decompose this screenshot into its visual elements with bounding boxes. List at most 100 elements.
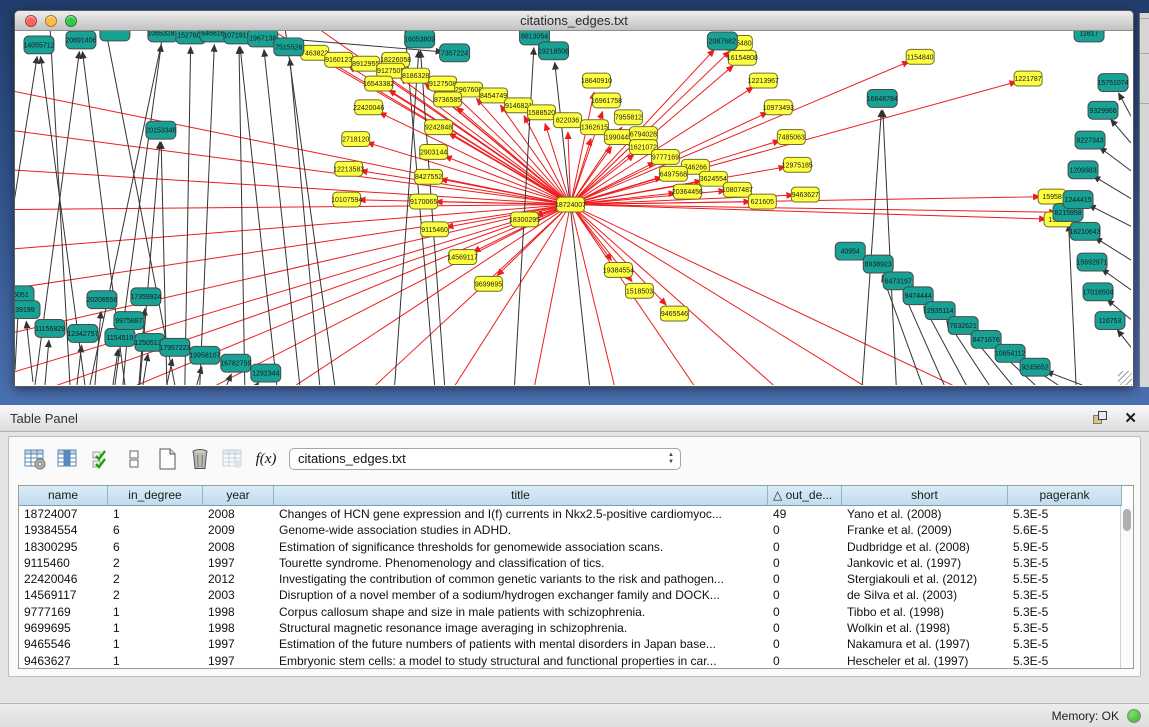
graph-node[interactable]: 7357224 (440, 44, 470, 62)
graph-node[interactable]: 9777169 (651, 149, 679, 164)
graph-node[interactable]: 1588520 (528, 105, 556, 120)
graph-node[interactable]: 20364456 (672, 184, 703, 199)
graph-node[interactable]: 10807487 (722, 182, 753, 197)
table-row[interactable]: 946362711997Embryonic stem cells: a mode… (19, 653, 1133, 669)
graph-node[interactable]: 3624554 (699, 171, 727, 186)
graph-node[interactable]: 9127508 (429, 76, 457, 91)
graph-node[interactable] (100, 31, 130, 41)
graph-node[interactable]: 17359924 (130, 288, 161, 306)
graph-node[interactable]: 8454749 (480, 88, 508, 103)
function-builder-icon[interactable]: f(x) (254, 447, 278, 471)
graph-node[interactable]: 22420046 (353, 100, 384, 115)
table-row[interactable]: 969969511998Structural magnetic resonanc… (19, 620, 1133, 636)
graph-node[interactable]: 116753 (1095, 312, 1125, 330)
delete-table-icon[interactable] (188, 447, 212, 471)
graph-node[interactable]: 822036 (554, 113, 582, 128)
graph-node[interactable]: 7485063 (777, 130, 805, 145)
graph-node[interactable]: 8912955 (352, 56, 380, 71)
graph-node[interactable]: 19218506 (538, 42, 569, 60)
network-canvas[interactable]: 1872400774638229160123891295518226058912… (15, 31, 1131, 385)
window-titlebar[interactable]: citations_edges.txt (15, 11, 1133, 31)
graph-node[interactable]: 19384554 (603, 263, 634, 278)
window-resize-grip[interactable] (1118, 371, 1132, 385)
graph-node[interactable]: 14569117 (447, 250, 478, 265)
graph-node[interactable]: 18640910 (581, 73, 612, 88)
table-row[interactable]: 1830029562008Estimation of significance … (19, 539, 1133, 555)
graph-node[interactable]: 15958 (1038, 189, 1066, 204)
graph-node[interactable]: 16154808 (727, 50, 758, 65)
graph-node[interactable]: 7955812 (614, 110, 642, 125)
graph-node[interactable]: 17957223 (159, 338, 190, 356)
table-row[interactable]: 2242004622012Investigating the contribut… (19, 571, 1133, 587)
graph-node[interactable]: 12213967 (748, 73, 779, 88)
table-row[interactable]: 911546021997Tourette syndrome. Phenomeno… (19, 555, 1133, 571)
graph-node[interactable]: 20891406 (65, 31, 96, 49)
graph-node[interactable]: 9463627 (791, 187, 819, 202)
column-header-title[interactable]: title (274, 486, 768, 506)
graph-node[interactable]: 1154519 (105, 328, 135, 346)
table-vertical-scrollbar[interactable] (1120, 506, 1133, 668)
graph-node[interactable]: 18724007 (555, 197, 586, 212)
graph-node[interactable]: 20206556 (86, 291, 117, 309)
graph-node[interactable]: 17016504 (1083, 283, 1114, 301)
graph-node[interactable]: 39199 (15, 301, 40, 319)
graph-node[interactable]: 10654112 (995, 344, 1026, 362)
graph-node[interactable]: 1292344 (251, 364, 281, 382)
clear-checks-icon[interactable] (122, 447, 146, 471)
scrollbar-thumb[interactable] (1123, 509, 1131, 531)
graph-node[interactable]: 12975185 (782, 157, 813, 172)
graph-node[interactable]: 12213583 (333, 161, 364, 176)
zoom-window-icon[interactable] (65, 15, 77, 27)
citation-network-graph[interactable]: 1872400774638229160123891295518226058912… (15, 31, 1131, 385)
column-header-out_de[interactable]: △ out_de... (768, 486, 842, 506)
table-row[interactable]: 1456911722003Disruption of a novel membe… (19, 587, 1133, 603)
graph-node[interactable]: 10653287 (147, 31, 178, 42)
new-table-icon[interactable] (155, 447, 179, 471)
graph-node[interactable]: 8427552 (415, 169, 443, 184)
graph-node[interactable]: 16648784 (867, 90, 898, 108)
graph-node[interactable]: 2718120 (342, 132, 370, 147)
table-row[interactable]: 946554611997Estimation of the future num… (19, 636, 1133, 652)
network-view-window[interactable]: citations_edges.txt 18724007746382291601… (14, 10, 1134, 387)
table-row[interactable]: 977716911998Corpus callosum shape and si… (19, 604, 1133, 620)
column-header-name[interactable]: name (19, 486, 108, 506)
graph-node[interactable]: 8186328 (402, 68, 430, 83)
graph-node[interactable]: 1221787 (1014, 71, 1042, 86)
graph-node[interactable]: 14055712 (23, 36, 54, 54)
graph-node[interactable]: 621605 (748, 194, 776, 209)
graph-node[interactable]: 9160123 (325, 52, 353, 67)
graph-node[interactable]: 15751074 (1097, 74, 1128, 92)
float-panel-icon[interactable] (1093, 411, 1109, 427)
graph-node[interactable]: 2903144 (420, 145, 448, 160)
graph-node[interactable]: 9699695 (475, 276, 503, 291)
graph-node[interactable]: 9115460 (421, 222, 449, 237)
graph-node[interactable]: 9242848 (425, 120, 453, 135)
import-table-icon[interactable] (221, 447, 245, 471)
table-selector-dropdown[interactable]: citations_edges.txt ▲▼ (289, 448, 681, 470)
graph-node[interactable]: 18300295 (509, 212, 540, 227)
graph-node[interactable]: 19958107 (189, 346, 220, 364)
dropdown-stepper-icon[interactable]: ▲▼ (668, 452, 674, 466)
graph-node[interactable]: 11156829 (35, 320, 65, 338)
graph-node[interactable]: 6497568 (659, 166, 687, 181)
show-columns-icon[interactable] (56, 447, 80, 471)
graph-node[interactable]: 7515526 (274, 38, 304, 56)
table-row[interactable]: 1938455462009Genome-wide association stu… (19, 522, 1133, 538)
column-header-pagerank[interactable]: pagerank (1008, 486, 1122, 506)
graph-node[interactable]: 8938923 (863, 255, 893, 273)
graph-node[interactable]: 1990445 (604, 130, 632, 145)
close-window-icon[interactable] (25, 15, 37, 27)
graph-node[interactable]: 9245652 (1020, 358, 1050, 376)
close-panel-icon[interactable]: ✕ (1124, 409, 1137, 427)
graph-node[interactable]: 9329966 (1088, 101, 1118, 119)
table-row[interactable]: 1872400712008Changes of HCN gene express… (19, 506, 1133, 522)
graph-node[interactable]: 15692971 (1077, 253, 1108, 271)
table-settings-icon[interactable] (23, 447, 47, 471)
graph-node[interactable]: 8736585 (434, 92, 462, 107)
graph-node[interactable]: 16210643 (1070, 222, 1101, 240)
graph-node[interactable]: 16782759 (220, 354, 251, 372)
graph-node[interactable]: 40954 (835, 242, 865, 260)
minimize-window-icon[interactable] (45, 15, 57, 27)
column-header-year[interactable]: year (203, 486, 274, 506)
graph-node[interactable]: 16543382 (363, 76, 394, 91)
